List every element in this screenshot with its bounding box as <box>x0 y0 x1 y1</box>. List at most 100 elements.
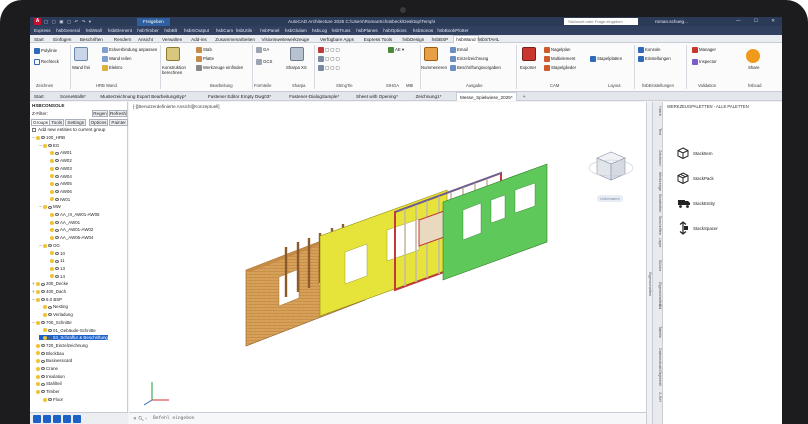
visibility-icon[interactable] <box>41 321 45 325</box>
ribbon-tab-4[interactable]: Ansicht <box>138 37 153 42</box>
visibility-icon[interactable] <box>55 259 59 263</box>
ribbon-tab-6[interactable]: Add-ins <box>191 37 207 42</box>
visibility-icon[interactable] <box>55 167 59 171</box>
visibility-icon[interactable] <box>41 136 45 140</box>
lightbulb-icon[interactable] <box>36 366 40 371</box>
tree-node[interactable]: 720_Einzelzeichnung <box>32 343 88 348</box>
menu-item-4[interactable]: hsbTimber <box>137 28 159 33</box>
lightbulb-icon[interactable] <box>36 282 40 287</box>
tree-node[interactable]: Nesting <box>39 304 68 309</box>
lightbulb-icon[interactable] <box>50 251 54 256</box>
stack-entity[interactable]: StackEntity <box>693 201 715 206</box>
menu-item-11[interactable]: hsbLog <box>312 28 327 33</box>
lightbulb-icon[interactable] <box>43 143 47 148</box>
sharpa-icon[interactable] <box>290 47 304 61</box>
stack-plates-button[interactable]: Stapelplatten <box>590 56 622 62</box>
document-tab-7[interactable]: Messe_Spielwiese_2025* <box>456 92 517 101</box>
lightbulb-icon[interactable] <box>36 359 40 364</box>
tree-node[interactable]: Businesscard <box>32 358 72 363</box>
console-button[interactable]: Konsole <box>638 47 661 53</box>
add-entities-checkbox[interactable]: Add new entities to current group <box>32 127 105 132</box>
ribbon-tab-13[interactable]: hsbWand <box>453 35 479 43</box>
lightbulb-icon[interactable] <box>50 182 54 187</box>
visibility-icon[interactable] <box>41 298 45 302</box>
tree-node[interactable]: IW01 <box>46 197 70 202</box>
visibility-icon[interactable] <box>48 244 52 248</box>
tree-node[interactable]: −700_Schnitte <box>32 320 72 325</box>
visibility-icon[interactable] <box>41 351 45 355</box>
tree-node[interactable]: AA_III_AW01-AW05 <box>46 212 99 217</box>
platte-button[interactable]: Platte <box>196 56 214 62</box>
tool-icon-2[interactable] <box>43 415 51 423</box>
lightbulb-icon[interactable] <box>36 389 40 394</box>
tree-node[interactable]: +200_Decke <box>32 281 68 286</box>
visibility-icon[interactable] <box>48 205 52 209</box>
lightbulb-icon[interactable] <box>36 135 40 140</box>
wall-split-button[interactable]: Wand teilen <box>102 56 132 62</box>
tree-node[interactable]: AA_AW06-AW04 <box>46 235 93 240</box>
tree-node[interactable]: − OG <box>39 243 60 248</box>
stack-item[interactable]: StackItem <box>693 151 713 156</box>
exporter-label[interactable]: Exporter <box>520 65 536 70</box>
visibility-icon[interactable] <box>55 221 59 225</box>
ribbon-tab-3[interactable]: Rendern <box>114 37 132 42</box>
menu-item-14[interactable]: hsbOptions <box>383 28 406 33</box>
visibility-icon[interactable] <box>41 390 45 394</box>
visibility-icon[interactable] <box>55 251 59 255</box>
stack-item-icon[interactable] <box>677 147 689 159</box>
menu-item-15[interactable]: hsbSonos <box>413 28 433 33</box>
menu-item-0[interactable]: Express <box>34 28 51 33</box>
lightbulb-icon[interactable] <box>43 305 47 310</box>
lightbulb-icon[interactable] <box>50 212 54 217</box>
user-account[interactable]: roman.schueg... <box>655 19 688 24</box>
visibility-icon[interactable] <box>55 236 59 240</box>
visibility-icon[interactable] <box>41 290 45 294</box>
document-tab-0[interactable]: Start <box>34 94 44 99</box>
regen-button[interactable]: Regen <box>92 110 108 117</box>
document-tab-5[interactable]: Sheet with Opening* <box>356 94 398 99</box>
command-icons[interactable]: ✕ 🔍︎ › <box>133 416 147 422</box>
console-tab-groups[interactable]: Groups <box>31 119 51 126</box>
ribbon-tab-0[interactable]: Start <box>34 37 44 42</box>
corner-adjust-button[interactable]: Eckverbindung anpassen <box>102 47 157 53</box>
share-button[interactable]: Freigeben <box>137 17 170 26</box>
visibility-icon[interactable] <box>48 398 52 402</box>
console-tab-painter[interactable]: Painter <box>109 119 128 126</box>
tree-node[interactable]: − EG <box>39 143 59 148</box>
tree-node[interactable]: AW03 <box>46 166 72 171</box>
lightbulb-icon[interactable] <box>36 351 40 356</box>
document-tab-3[interactable]: Fastener Editor Empty Dwg03* <box>208 94 271 99</box>
visibility-icon[interactable] <box>41 344 45 348</box>
tool-icon-5[interactable] <box>73 415 81 423</box>
lightbulb-icon[interactable] <box>50 158 54 163</box>
stringtie-tools-2[interactable]: ▢ ▢ ▢ <box>318 56 340 62</box>
wall-free-label[interactable]: Wand frei <box>72 65 90 70</box>
stack-spacer[interactable]: StackSpacer <box>693 226 718 231</box>
tree-node[interactable]: 01_Gebäude-Schnitte <box>39 328 96 333</box>
share-label[interactable]: Share <box>748 65 759 70</box>
lightbulb-icon[interactable] <box>50 151 54 156</box>
ribbon-tab-7[interactable]: Zusammenarbeiten <box>215 37 255 42</box>
tree-node[interactable]: Crane <box>32 366 58 371</box>
numbering-icon[interactable] <box>424 47 438 61</box>
ribbon-tab-12[interactable]: hsbBSP <box>432 37 449 42</box>
wall-free-icon[interactable] <box>74 47 88 61</box>
tree-node[interactable]: AW04 <box>46 174 72 179</box>
menu-item-12[interactable]: hsbTruss <box>332 28 351 33</box>
tool-icon-3[interactable] <box>53 415 61 423</box>
lightbulb-icon[interactable] <box>36 297 40 302</box>
search-input[interactable]: Stichwort oder Frage eingeben <box>564 18 638 25</box>
visibility-icon[interactable] <box>41 367 45 371</box>
ribbon-tab-9[interactable]: Verfügbare Apps <box>320 37 354 42</box>
share-cloud-icon[interactable] <box>746 49 760 63</box>
tree-node[interactable]: 04_Schraffur & Beschriftung <box>39 335 108 341</box>
tree-node[interactable]: Verladung <box>39 312 73 317</box>
tree-node[interactable]: 13 <box>46 266 65 271</box>
multi-element-button[interactable]: Multielement <box>544 56 575 62</box>
tool-icon-4[interactable] <box>63 415 71 423</box>
stack-members-button[interactable]: Stapelglieder <box>544 65 576 71</box>
visibility-icon[interactable] <box>55 274 59 278</box>
refresh-button[interactable]: Refresh <box>109 110 127 117</box>
visibility-icon[interactable] <box>55 182 59 186</box>
lightbulb-icon[interactable] <box>43 243 47 248</box>
